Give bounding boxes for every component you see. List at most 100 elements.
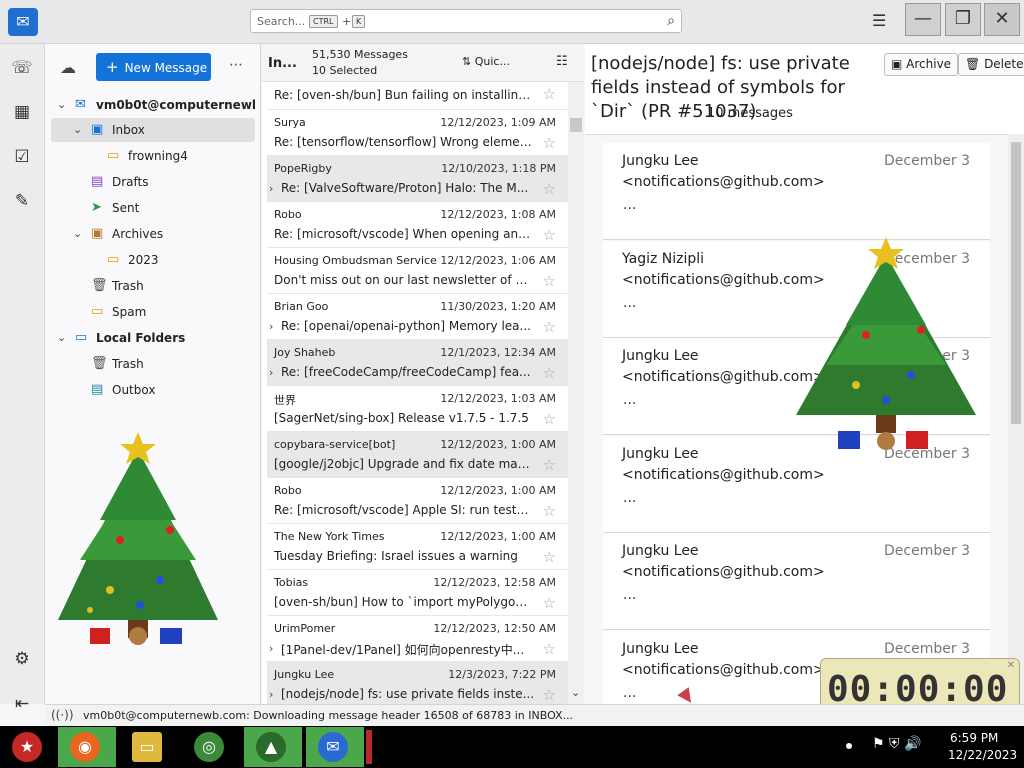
- card-sender-name: Jungku Lee: [622, 153, 699, 169]
- folder-sent[interactable]: ➤ Sent: [51, 196, 255, 220]
- taskbar-file-explorer[interactable]: ▭: [120, 727, 178, 767]
- search-input[interactable]: Search... CTRL + K ⌕: [250, 9, 682, 33]
- card-sender-name: Yagiz Nizipli: [622, 251, 705, 267]
- restore-button[interactable]: ❐: [945, 3, 981, 36]
- message-subject: [SagerNet/sing-box] Release v1.7.5 - 1.7…: [274, 411, 529, 425]
- chevron-down-icon[interactable]: ⌄: [73, 118, 82, 142]
- message-list-header: In... 51,530 Messages 10 Selected ⇅ Quic…: [262, 44, 584, 82]
- scroll-down-icon[interactable]: ⌄: [571, 686, 580, 699]
- system-tray-icons[interactable]: ⚑ ⛨ 🔊: [872, 736, 921, 752]
- message-row[interactable]: PopeRigby 12/10/2023, 1:18 PM › Re: [ValveS…: [267, 156, 568, 202]
- message-row[interactable]: Jungku Lee 12/3/2023, 7:22 PM › [nodejs/nod…: [267, 662, 568, 708]
- taskbar-firefox[interactable]: ◉: [58, 727, 116, 767]
- folder-archives[interactable]: ⌄ ▣ Archives: [51, 222, 255, 246]
- message-row[interactable]: Brian Goo 11/30/2023, 1:20 AM › Re: [openai…: [267, 294, 568, 340]
- message-subject: Re: [openai/openai-python] Memory lea...: [281, 319, 531, 333]
- chevron-down-icon[interactable]: ⌄: [73, 222, 82, 246]
- star-icon[interactable]: ☆: [543, 364, 556, 382]
- thunderbird-window: ✉ Search... CTRL + K ⌕ ☰ — ❐ ✕ ☏ ▦ ☑ ✎ ⚙…: [0, 0, 1024, 728]
- online-status-icon[interactable]: ((·)): [51, 708, 74, 722]
- more-icon[interactable]: ⋯: [229, 57, 243, 73]
- close-button[interactable]: ✕: [984, 3, 1020, 36]
- message-list-scrollbar[interactable]: ⌄: [568, 82, 584, 704]
- folder-trash[interactable]: 🗑 Trash: [51, 274, 255, 298]
- clock-time[interactable]: 6:59 PM: [950, 731, 998, 745]
- star-icon[interactable]: ☆: [543, 502, 556, 520]
- message-row[interactable]: Housing Ombudsman Service 12/12/2023, 1:0…: [267, 248, 568, 294]
- message-date: 12/12/2023, 12:58 AM: [433, 576, 556, 589]
- minimize-button[interactable]: —: [905, 3, 941, 36]
- taskbar-chrome[interactable]: ◎: [182, 727, 240, 767]
- star-icon[interactable]: ☆: [543, 686, 556, 704]
- chevron-right-icon[interactable]: ›: [269, 688, 273, 701]
- folder-spam[interactable]: ▭ Spam: [51, 300, 255, 324]
- star-icon[interactable]: ☆: [543, 410, 556, 428]
- thread-message-card[interactable]: Jungku Lee <notifications@github.com> Dece…: [603, 143, 990, 240]
- folder-local-folders[interactable]: ⌄ ▭ Local Folders: [51, 326, 255, 350]
- star-icon[interactable]: ☆: [543, 318, 556, 336]
- taskbar-thunderbird[interactable]: ✉: [306, 727, 364, 767]
- close-icon[interactable]: ✕: [1007, 660, 1015, 671]
- tasks-icon[interactable]: ☑: [10, 145, 34, 169]
- folder-inbox[interactable]: ⌄ ▣ Inbox: [51, 118, 255, 142]
- message-subject: [oven-sh/bun] How to `import myPolygon f…: [274, 595, 532, 609]
- folder-2023[interactable]: ▭ 2023: [51, 248, 255, 272]
- message-row[interactable]: Re: [oven-sh/bun] Bun failing on install…: [267, 82, 568, 110]
- quick-filter-button[interactable]: ⇅ Quic...: [462, 55, 510, 68]
- reading-pane-scrollbar[interactable]: [1008, 134, 1024, 704]
- address-book-icon[interactable]: ☏: [10, 56, 34, 80]
- new-message-button[interactable]: + New Message: [96, 53, 211, 81]
- folder-account[interactable]: ⌄ ✉ vm0b0t@computernewb...: [51, 93, 255, 117]
- scrollbar-thumb[interactable]: [1011, 142, 1021, 424]
- star-icon[interactable]: ☆: [543, 272, 556, 290]
- folder-drafts[interactable]: ▤ Drafts: [51, 170, 255, 194]
- selected-count: 10 Selected: [312, 64, 378, 77]
- star-icon[interactable]: ☆: [543, 226, 556, 244]
- star-icon[interactable]: ☆: [543, 548, 556, 566]
- message-row[interactable]: copybara-service[bot] 12/12/2023, 1:00 AM…: [267, 432, 568, 478]
- message-row[interactable]: Robo 12/12/2023, 1:00 AM Re: [microsoft/vs…: [267, 478, 568, 524]
- folder-frowning4[interactable]: ▭ frowning4: [51, 144, 255, 168]
- star-icon[interactable]: ☆: [543, 456, 556, 474]
- star-icon[interactable]: ☆: [543, 640, 556, 658]
- list-options-icon[interactable]: ☷: [556, 54, 568, 69]
- message-row[interactable]: Surya 12/12/2023, 1:09 AM Re: [tensorflow/…: [267, 110, 568, 156]
- chevron-right-icon[interactable]: ›: [269, 642, 273, 655]
- tray-indicator-icon[interactable]: [846, 743, 852, 749]
- message-row[interactable]: Robo 12/12/2023, 1:08 AM Re: [microsoft/vs…: [267, 202, 568, 248]
- star-icon[interactable]: ☆: [543, 180, 556, 198]
- chevron-down-icon[interactable]: ⌄: [57, 326, 66, 350]
- hamburger-menu-icon[interactable]: ☰: [872, 11, 886, 30]
- thread-message-card[interactable]: Jungku Lee <notifications@github.com> Dece…: [603, 533, 990, 630]
- message-sender: 世界: [274, 394, 296, 407]
- collapse-icon[interactable]: ⇤: [10, 692, 34, 716]
- chevron-right-icon[interactable]: ›: [269, 320, 273, 333]
- clock-date[interactable]: 12/22/2023: [948, 748, 1017, 762]
- taskbar-tree-app[interactable]: ▲: [244, 727, 302, 767]
- chevron-right-icon[interactable]: ›: [269, 182, 273, 195]
- christmas-tree-icon: ▲: [256, 732, 286, 762]
- get-messages-icon[interactable]: ☁: [60, 58, 76, 77]
- message-date: 12/12/2023, 1:06 AM: [440, 254, 556, 267]
- mail-icon[interactable]: ✉: [8, 8, 38, 36]
- star-icon[interactable]: ☆: [543, 134, 556, 152]
- archive-button[interactable]: ▣ Archive: [884, 53, 959, 76]
- message-row[interactable]: 世界 12/12/2023, 1:03 AM [SagerNet/sing-box]…: [267, 386, 568, 432]
- scrollbar-thumb[interactable]: [570, 118, 582, 132]
- message-date: 12/12/2023, 1:00 AM: [440, 530, 556, 543]
- start-button[interactable]: ★: [0, 727, 58, 767]
- delete-button[interactable]: 🗑 Delete: [958, 53, 1024, 76]
- folder-outbox[interactable]: ▤ Outbox: [51, 378, 255, 402]
- folder-local-trash[interactable]: 🗑 Trash: [51, 352, 255, 376]
- calendar-icon[interactable]: ▦: [10, 100, 34, 124]
- message-row[interactable]: Tobias 12/12/2023, 12:58 AM [oven-sh/bun] …: [267, 570, 568, 616]
- search-icon[interactable]: ⌕: [667, 13, 675, 29]
- chevron-down-icon[interactable]: ⌄: [57, 93, 66, 117]
- message-row[interactable]: The New York Times 12/12/2023, 1:00 AM Tue…: [267, 524, 568, 570]
- star-icon[interactable]: ☆: [543, 594, 556, 612]
- chevron-right-icon[interactable]: ›: [269, 366, 273, 379]
- chat-icon[interactable]: ✎: [10, 189, 34, 213]
- message-row[interactable]: Joy Shaheb 12/1/2023, 12:34 AM › Re: [freeC…: [267, 340, 568, 386]
- message-row[interactable]: UrimPomer 12/12/2023, 12:50 AM › [1Panel-de…: [267, 616, 568, 662]
- star-icon[interactable]: ☆: [543, 85, 556, 103]
